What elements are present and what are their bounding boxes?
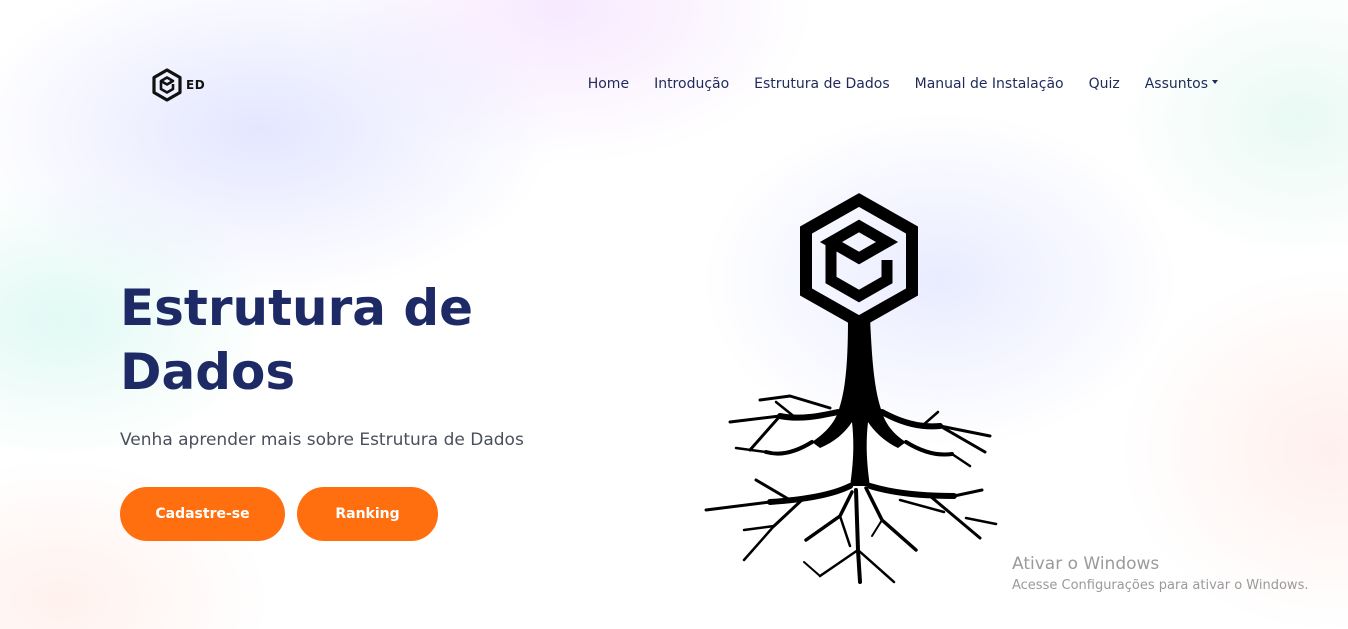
main-nav: Home Introdução Estrutura de Dados Manua… — [588, 76, 1218, 92]
logo-text: ED — [186, 78, 206, 92]
nav-dropdown-assuntos[interactable]: Assuntos — [1145, 76, 1218, 92]
nav-link-introducao[interactable]: Introdução — [654, 76, 729, 92]
windows-activation-watermark: Ativar o Windows Acesse Configurações pa… — [1012, 554, 1308, 593]
caret-down-icon — [1212, 80, 1218, 84]
nav-link-quiz[interactable]: Quiz — [1089, 76, 1120, 92]
nav-link-home[interactable]: Home — [588, 76, 629, 92]
site-header: ED Home Introdução Estrutura de Dados Ma… — [0, 60, 1348, 112]
nav-dropdown-assuntos-label: Assuntos — [1144, 76, 1208, 92]
nav-link-manual-de-instalacao[interactable]: Manual de Instalação — [915, 76, 1064, 92]
hexagon-logo-icon — [800, 193, 918, 329]
watermark-subtitle: Acesse Configurações para ativar o Windo… — [1012, 578, 1309, 593]
nav-link-estrutura-de-dados[interactable]: Estrutura de Dados — [754, 76, 889, 92]
hero-title: Estrutura de Dados — [120, 279, 474, 401]
logo-hexagon-icon — [152, 68, 182, 102]
watermark-title: Ativar o Windows — [1012, 554, 1160, 574]
ranking-button[interactable]: Ranking — [297, 487, 438, 541]
signup-button[interactable]: Cadastre-se — [120, 487, 285, 541]
site-logo[interactable]: ED — [150, 68, 205, 102]
hexagon-tree-roots-illustration — [704, 193, 998, 584]
hero-subtitle: Venha aprender mais sobre Estrutura de D… — [120, 430, 524, 450]
